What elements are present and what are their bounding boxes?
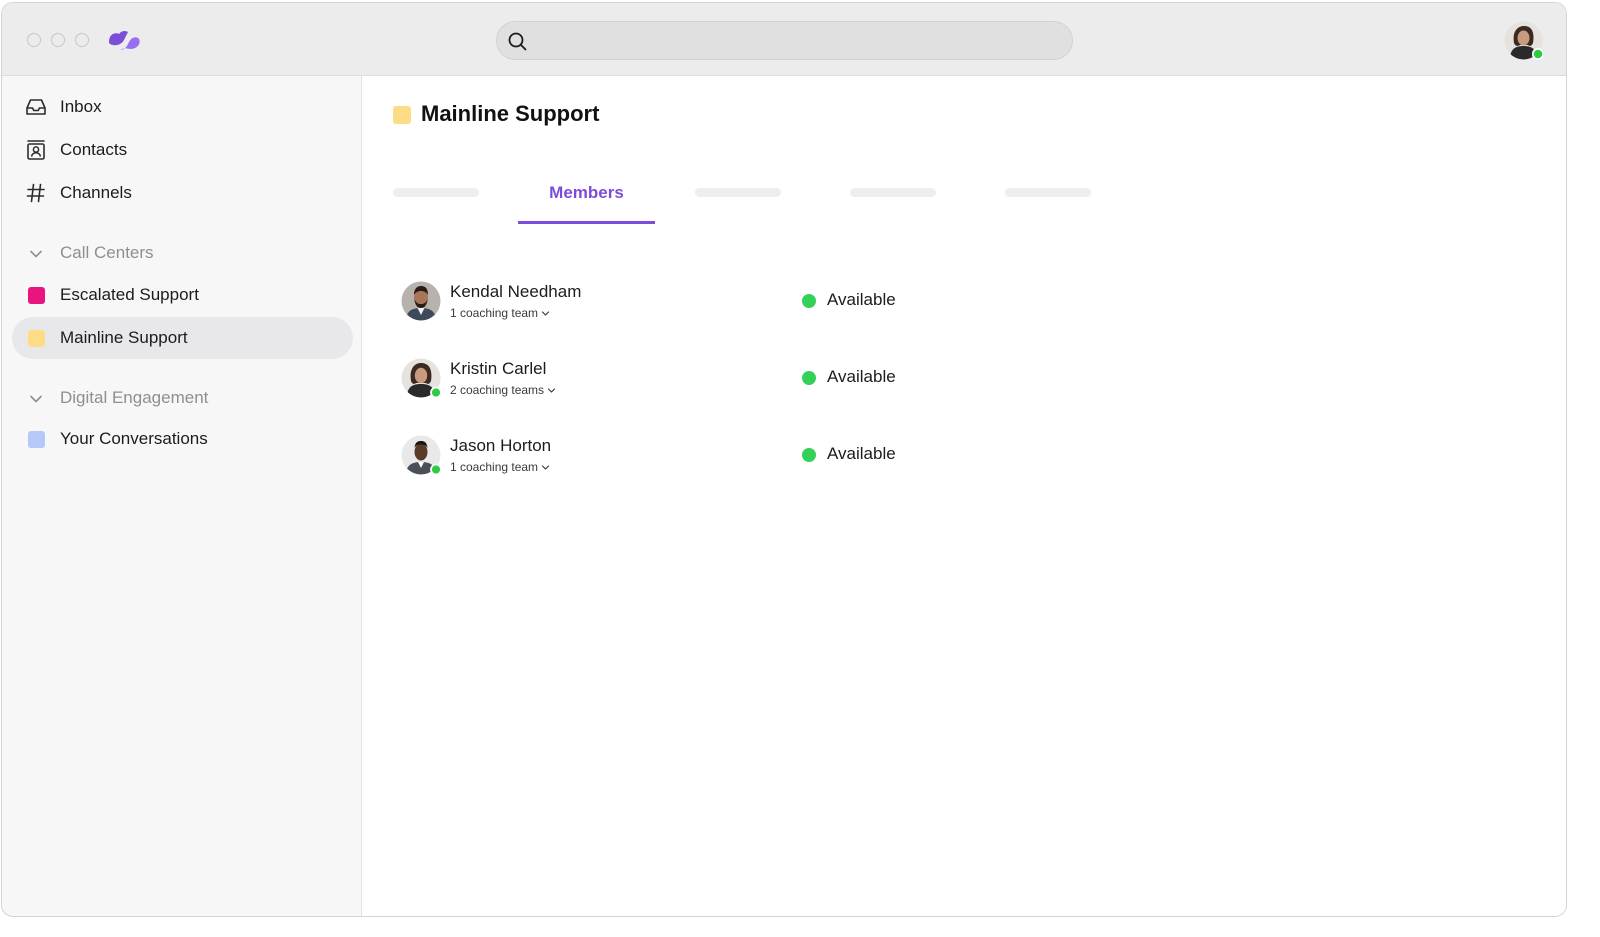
search-input[interactable] [537, 22, 1057, 59]
section-call-centers[interactable]: Call Centers [12, 238, 353, 268]
chevron-down-icon [30, 395, 42, 403]
member-status: Available [827, 290, 896, 309]
chevron-down-icon [30, 250, 42, 258]
main-content: Mainline Support Members Kendal Needham [363, 76, 1566, 916]
search-bar[interactable] [496, 21, 1073, 60]
tab-placeholder[interactable] [695, 188, 781, 197]
sidebar: Inbox Contacts Channels Call Centers Esc… [2, 76, 362, 916]
sidebar-item-label: Inbox [60, 97, 102, 116]
tab-placeholder[interactable] [850, 188, 936, 197]
member-name: Kristin Carlel [450, 359, 547, 378]
tab-label: Members [549, 183, 624, 202]
member-avatar[interactable] [401, 281, 441, 321]
color-swatch [28, 431, 45, 448]
member-name: Jason Horton [450, 436, 552, 455]
tab-members[interactable]: Members [518, 172, 655, 224]
sidebar-item-escalated-support[interactable]: Escalated Support [12, 274, 353, 316]
sidebar-item-inbox[interactable]: Inbox [12, 86, 353, 128]
member-status: Available [827, 367, 896, 386]
section-digital-engagement[interactable]: Digital Engagement [12, 383, 353, 413]
color-swatch [28, 287, 45, 304]
user-avatar[interactable] [1504, 21, 1543, 60]
tab-placeholder[interactable] [393, 188, 479, 197]
coaching-teams-label: 1 coaching team [450, 460, 539, 474]
status-indicator [802, 294, 816, 308]
sidebar-item-label: Channels [60, 183, 132, 202]
sidebar-item-label: Escalated Support [60, 285, 199, 304]
member-row[interactable]: Kendal Needham 1 coaching team Available [401, 281, 961, 335]
chevron-down-icon [541, 465, 550, 470]
coaching-teams-label: 1 coaching team [450, 306, 539, 320]
member-row[interactable]: Jason Horton 1 coaching team Available [401, 435, 961, 489]
sidebar-item-label: Mainline Support [60, 328, 188, 347]
chevron-down-icon [547, 388, 556, 393]
sidebar-item-mainline-support[interactable]: Mainline Support [12, 317, 353, 359]
member-name: Kendal Needham [450, 282, 582, 301]
minimize-window-button[interactable] [51, 33, 65, 47]
member-avatar[interactable] [401, 358, 441, 398]
coaching-teams-dropdown[interactable]: 1 coaching team [450, 306, 550, 320]
search-icon [508, 32, 527, 51]
hash-icon [26, 183, 45, 203]
section-title: Call Centers [60, 243, 154, 262]
inbox-icon [26, 99, 46, 115]
status-indicator [802, 448, 816, 462]
sidebar-item-label: Contacts [60, 140, 128, 159]
section-title: Digital Engagement [60, 388, 209, 407]
color-swatch [28, 330, 45, 347]
title-color-swatch [393, 106, 411, 124]
member-avatar[interactable] [401, 435, 441, 475]
sidebar-item-contacts[interactable]: Contacts [12, 129, 353, 171]
sidebar-item-label: Your Conversations [60, 429, 208, 448]
coaching-teams-dropdown[interactable]: 1 coaching team [450, 460, 550, 474]
contacts-icon [27, 140, 45, 160]
zoom-window-button[interactable] [75, 33, 89, 47]
dialpad-logo-icon[interactable] [107, 28, 141, 54]
close-window-button[interactable] [27, 33, 41, 47]
chevron-down-icon [541, 311, 550, 316]
coaching-teams-dropdown[interactable]: 2 coaching teams [450, 383, 556, 397]
status-indicator [802, 371, 816, 385]
sidebar-item-your-conversations[interactable]: Your Conversations [12, 418, 353, 460]
tab-placeholder[interactable] [1005, 188, 1091, 197]
member-row[interactable]: Kristin Carlel 2 coaching teams Availabl… [401, 358, 961, 412]
title-bar [2, 3, 1566, 76]
sidebar-item-channels[interactable]: Channels [12, 172, 353, 214]
app-window: Inbox Contacts Channels Call Centers Esc… [1, 2, 1567, 917]
member-status: Available [827, 444, 896, 463]
coaching-teams-label: 2 coaching teams [450, 383, 545, 397]
page-title: Mainline Support [421, 101, 600, 126]
